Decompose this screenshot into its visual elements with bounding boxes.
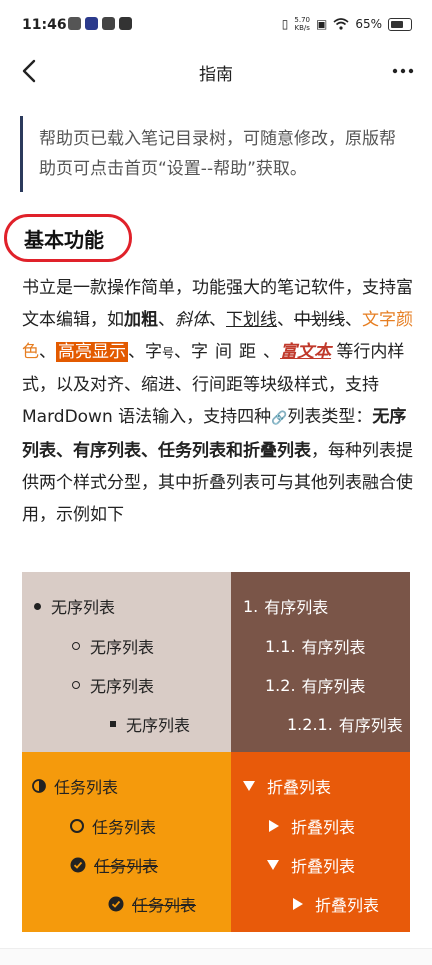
battery-percent: 65% bbox=[355, 17, 382, 31]
task-list-demo: 任务列表 任务列表 任务列表 任务列表 bbox=[22, 752, 231, 932]
highlight-sample: 高亮显示 bbox=[56, 342, 128, 362]
notification-icon bbox=[68, 17, 81, 30]
list-item: 任务列表 bbox=[70, 814, 156, 838]
list-item: 1. 有序列表 bbox=[243, 596, 329, 618]
list-item: 无序列表 bbox=[110, 712, 190, 736]
italic-sample: 斜体 bbox=[175, 310, 209, 330]
list-item: 折叠列表 bbox=[243, 774, 331, 798]
font-size-sample: 号 bbox=[162, 346, 175, 360]
section-heading: 基本功能 bbox=[24, 228, 104, 252]
vibrate-icon: ▯ bbox=[281, 17, 289, 31]
network-speed: 5.70 KB/s bbox=[294, 16, 310, 32]
circle-bullet-icon bbox=[72, 681, 80, 689]
fold-list-demo: 折叠列表 折叠列表 折叠列表 折叠列表 bbox=[231, 752, 410, 932]
battery-icon bbox=[388, 17, 412, 31]
status-indicators: ▯ 5.70 KB/s ▣ 65% bbox=[282, 16, 412, 32]
list-item: 无序列表 bbox=[72, 634, 154, 658]
notice-quote: 帮助页已载入笔记目录树，可随意修改，原版帮助页可点击首页“设置--帮助”获取。 bbox=[20, 116, 412, 192]
list-item: 任务列表 bbox=[108, 892, 196, 916]
sim-icon: ▣ bbox=[315, 17, 328, 31]
wifi-icon bbox=[333, 18, 349, 30]
collapsed-triangle-icon[interactable] bbox=[293, 898, 303, 910]
ordered-list-demo: 1. 有序列表 1.1. 有序列表 1.2. 有序列表 1.2.1. 有序列表 bbox=[231, 572, 410, 752]
underline-sample: 下划线 bbox=[226, 310, 277, 330]
link-icon: 🔗 bbox=[271, 411, 288, 426]
list-item: 1.2. 有序列表 bbox=[265, 675, 366, 697]
app-icon bbox=[85, 17, 98, 30]
disc-bullet-icon bbox=[34, 602, 41, 610]
unordered-list-demo: 无序列表 无序列表 无序列表 无序列表 bbox=[22, 572, 231, 752]
square-bullet-icon bbox=[110, 721, 116, 727]
status-bar: 11:46 ▯ 5.70 KB/s ▣ 65% bbox=[0, 0, 432, 46]
half-done-icon[interactable] bbox=[32, 779, 46, 793]
list-number: 1. bbox=[243, 596, 259, 616]
mail-icon bbox=[119, 17, 132, 30]
list-item: 任务列表 bbox=[70, 853, 158, 877]
notification-icons bbox=[68, 17, 132, 30]
collapsed-triangle-icon[interactable] bbox=[269, 820, 279, 832]
list-item: 折叠列表 bbox=[267, 853, 355, 877]
expanded-triangle-icon[interactable] bbox=[243, 781, 255, 791]
expanded-triangle-icon[interactable] bbox=[267, 860, 279, 870]
unchecked-circle-icon[interactable] bbox=[70, 819, 84, 833]
status-time: 11:46 bbox=[22, 17, 67, 33]
list-item: 任务列表 bbox=[32, 774, 118, 798]
circle-bullet-icon bbox=[72, 642, 80, 650]
list-item: 无序列表 bbox=[72, 673, 154, 697]
letter-spacing-sample: 字间距 bbox=[191, 342, 264, 362]
list-item: 1.2.1. 有序列表 bbox=[287, 714, 403, 736]
list-item: 1.1. 有序列表 bbox=[265, 636, 366, 658]
checked-circle-icon[interactable] bbox=[70, 857, 86, 873]
strikethrough-sample: 中划线 bbox=[294, 310, 345, 330]
heading-annotation: 基本功能 bbox=[4, 214, 134, 264]
bottom-toolbar bbox=[0, 948, 432, 965]
bold-sample: 加粗 bbox=[124, 310, 158, 330]
list-number: 1.2. bbox=[265, 675, 296, 695]
list-demo-grid: 无序列表 无序列表 无序列表 无序列表 1. 有序列表 1.1. 有序列表 1.… bbox=[22, 572, 410, 932]
rich-text-sample: 富文本 bbox=[280, 342, 332, 362]
app-icon bbox=[102, 17, 115, 30]
more-options-icon[interactable] bbox=[390, 58, 416, 84]
list-item: 无序列表 bbox=[34, 594, 115, 618]
rich-text-paragraph: 书立是一款操作简单，功能强大的笔记软件，支持富文本编辑，如加粗、斜体、下划线、中… bbox=[22, 278, 413, 525]
body-paragraph: 书立是一款操作简单，功能强大的笔记软件，支持富文本编辑，如加粗、斜体、下划线、中… bbox=[22, 272, 414, 531]
list-number: 1.2.1. bbox=[287, 714, 333, 734]
list-item: 折叠列表 bbox=[293, 892, 379, 916]
list-item: 折叠列表 bbox=[269, 814, 355, 838]
list-number: 1.1. bbox=[265, 636, 296, 656]
top-bar: 指南 bbox=[0, 46, 432, 96]
checked-circle-icon[interactable] bbox=[108, 896, 124, 912]
page-title: 指南 bbox=[199, 65, 233, 85]
